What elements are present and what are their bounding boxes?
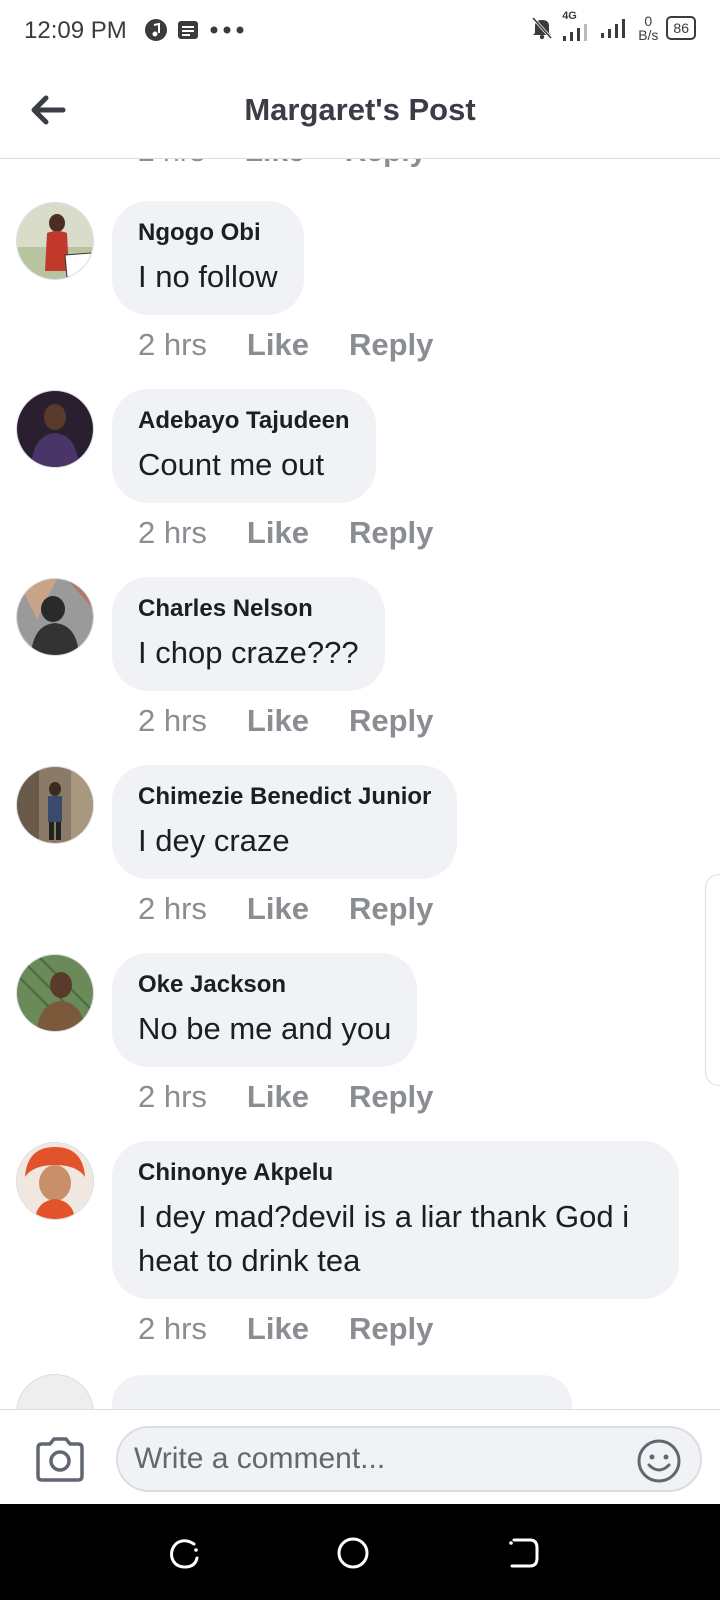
- comment-author[interactable]: Chinonye Akpelu: [138, 1159, 653, 1187]
- comment-actions: 2 hrs Like Reply: [138, 327, 473, 363]
- comment-list[interactable]: 2 hrs Like Reply Ngogo Obi I no follow 2…: [0, 159, 720, 1409]
- status-system-icons: 4G 0 B/s 86: [530, 10, 696, 42]
- comment-time: 2 hrs: [138, 515, 207, 550]
- home-button[interactable]: [336, 1536, 370, 1570]
- network-speed-unit: B/s: [638, 27, 659, 43]
- comment-author[interactable]: Oke Jackson: [138, 971, 391, 999]
- next-avatar-peek: [17, 1375, 93, 1409]
- avatar-image: [17, 1143, 93, 1219]
- home-icon: [337, 1537, 369, 1569]
- comment-bubble[interactable]: Charles Nelson I chop craze???: [112, 577, 385, 691]
- comment-time: 2 hrs: [138, 1079, 207, 1114]
- camera-icon: [36, 1437, 84, 1482]
- comment-input[interactable]: [132, 1441, 616, 1477]
- comment-author[interactable]: Ngogo Obi: [138, 219, 278, 247]
- comment-text: I no follow: [138, 259, 278, 294]
- avatar-image: [17, 767, 93, 843]
- like-button[interactable]: Like: [247, 1311, 309, 1347]
- comment-author[interactable]: Chimezie Benedict Junior: [138, 783, 431, 811]
- reply-button[interactable]: Reply: [345, 159, 427, 169]
- battery-indicator: 86: [666, 16, 696, 40]
- comment-bubble[interactable]: Oke Jackson No be me and you: [112, 953, 418, 1067]
- like-button[interactable]: Like: [247, 1079, 309, 1115]
- like-button[interactable]: Like: [245, 159, 305, 169]
- reply-button[interactable]: Reply: [349, 515, 433, 551]
- emoji-button[interactable]: [636, 1438, 682, 1484]
- page-title: Margaret's Post: [244, 92, 476, 127]
- reply-button[interactable]: Reply: [349, 1079, 433, 1115]
- comment-time: 2 hrs: [138, 327, 207, 362]
- comment-time: 2 hrs: [138, 891, 207, 926]
- edge-panel-handle[interactable]: [705, 874, 720, 1086]
- comment-actions: 2 hrs Like Reply: [138, 1079, 473, 1115]
- signal-bars-icon: [601, 19, 626, 38]
- back-nav-icon: [509, 1538, 539, 1568]
- avatar-image: [17, 955, 93, 1031]
- comment-bubble[interactable]: Chimezie Benedict Junior I dey craze: [112, 765, 458, 879]
- comment-author[interactable]: Adebayo Tajudeen: [138, 407, 350, 435]
- comment-text: I dey craze: [138, 823, 290, 858]
- comment-text: Count me out: [138, 447, 325, 482]
- reply-button[interactable]: Reply: [349, 891, 433, 927]
- comment-text: I chop craze???: [138, 635, 359, 670]
- comment-actions: 2 hrs Like Reply: [138, 703, 473, 739]
- reply-button[interactable]: Reply: [349, 1311, 433, 1347]
- comment-author[interactable]: Charles Nelson: [138, 595, 359, 623]
- signal-4g-icon: [563, 24, 588, 41]
- comment-bubble[interactable]: Chinonye Akpelu I dey mad?devil is a lia…: [112, 1141, 679, 1299]
- comment-text: I dey mad?devil is a liar thank God i he…: [138, 1199, 630, 1278]
- avatar-image: [17, 203, 93, 279]
- comment-text: No be me and you: [138, 1011, 392, 1046]
- network-speed: 0 B/s: [638, 14, 658, 42]
- comment-time: 2 hrs: [138, 703, 207, 738]
- avatar-image: [17, 579, 93, 655]
- status-bar: 12:09 PM 4G 0 B/s 86: [0, 0, 720, 62]
- comment-composer: [0, 1409, 720, 1505]
- camera-button[interactable]: [34, 1436, 86, 1482]
- back-nav-button[interactable]: [506, 1536, 540, 1570]
- next-comment-peek: [112, 1375, 572, 1409]
- system-navigation-bar: [0, 1504, 720, 1600]
- comment-time: 2 hrs: [138, 159, 205, 169]
- avatar[interactable]: [17, 767, 93, 843]
- avatar[interactable]: [17, 391, 93, 467]
- status-notification-icons: [144, 18, 248, 42]
- comment-time: 2 hrs: [138, 1311, 207, 1346]
- reply-button[interactable]: Reply: [349, 327, 433, 363]
- like-button[interactable]: Like: [247, 327, 309, 363]
- partial-comment-actions: 2 hrs Like Reply: [138, 159, 426, 169]
- comment-actions: 2 hrs Like Reply: [138, 515, 473, 551]
- like-button[interactable]: Like: [247, 703, 309, 739]
- comment-bubble[interactable]: Adebayo Tajudeen Count me out: [112, 389, 376, 503]
- avatar[interactable]: [17, 579, 93, 655]
- comment-input-box[interactable]: [116, 1426, 702, 1492]
- avatar[interactable]: [17, 203, 93, 279]
- message-app-icon: [178, 21, 198, 39]
- avatar[interactable]: [17, 1143, 93, 1219]
- battery-level: 86: [673, 20, 689, 36]
- muted-bell-icon: [532, 16, 553, 40]
- emoji-icon: [637, 1439, 681, 1483]
- like-button[interactable]: Like: [247, 891, 309, 927]
- avatar-image: [17, 391, 93, 467]
- like-button[interactable]: Like: [247, 515, 309, 551]
- music-app-icon: [145, 19, 167, 41]
- comment-actions: 2 hrs Like Reply: [138, 1311, 473, 1347]
- post-header: Margaret's Post: [0, 62, 720, 159]
- more-notifications-icon: [210, 26, 244, 34]
- recent-apps-button[interactable]: [168, 1536, 202, 1570]
- reply-button[interactable]: Reply: [349, 703, 433, 739]
- comment-actions: 2 hrs Like Reply: [138, 891, 473, 927]
- comment-bubble[interactable]: Ngogo Obi I no follow: [112, 201, 304, 315]
- status-time: 12:09 PM: [24, 17, 127, 44]
- recent-apps-icon: [170, 1539, 199, 1569]
- network-type-label: 4G: [562, 10, 577, 22]
- avatar[interactable]: [17, 955, 93, 1031]
- signal-4g: 4G: [562, 10, 592, 42]
- network-speed-value: 0: [644, 13, 653, 29]
